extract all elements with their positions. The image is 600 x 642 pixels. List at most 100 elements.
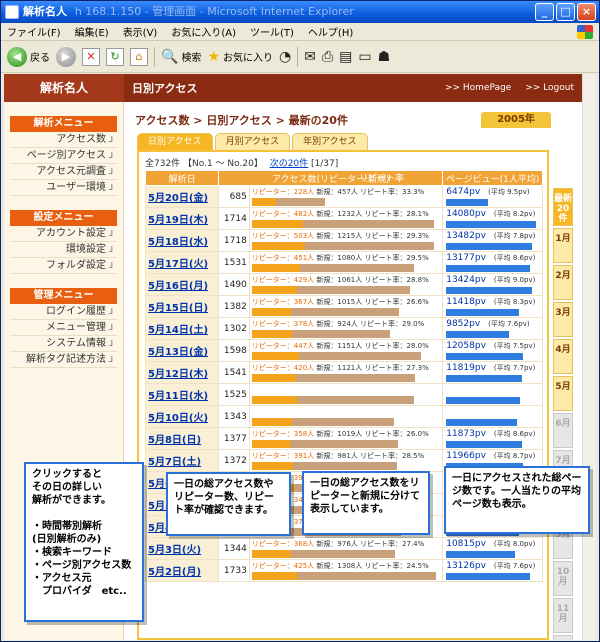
pageview-cell: 11418pv (平均 8.3pv) (442, 295, 543, 318)
refresh-icon[interactable]: ↻ (106, 47, 124, 66)
discuss-icon[interactable]: ▭ (358, 48, 371, 66)
next-page-link[interactable]: 次の20件 (270, 159, 308, 169)
pageview-count: 11966 (446, 451, 475, 461)
pageview-average: (平均 8.6pv) (493, 430, 536, 438)
vertical-scrollbar[interactable] (582, 74, 596, 640)
new-bar (302, 220, 434, 228)
edit-icon[interactable]: ▤ (339, 48, 352, 66)
new-count: 新規：981人 (316, 452, 358, 460)
forward-button[interactable]: ▶ (56, 46, 76, 67)
repeat-rate: リピート率：26.0% (364, 430, 429, 438)
minimize-button[interactable]: _ (535, 3, 554, 21)
close-button[interactable]: × (577, 3, 596, 21)
pageview-bar (446, 243, 533, 250)
date-link[interactable]: 5月2日(月) (144, 559, 220, 582)
callout-click-date: クリックすると その日の詳しい 解析ができます。 ・時間帯別解析 (日別解析のみ… (24, 462, 144, 622)
access-bar (251, 198, 436, 206)
month-tab[interactable]: 3月 (553, 302, 573, 337)
pageview-cell: 12058pv (平均 7.5pv) (442, 339, 543, 362)
month-tab[interactable]: 1月 (553, 228, 573, 263)
repeater-bar (251, 462, 294, 470)
sidebar-item-user-env[interactable]: ユーザー環境 (10, 180, 117, 196)
history-icon[interactable]: ◔ (279, 48, 291, 66)
month-tab[interactable]: 4月 (553, 339, 573, 374)
repeat-text: リピーター：367人 新規：1015人 リピート率：26.6% (252, 297, 429, 307)
pageview-cell: 11819pv (平均 7.7pv) (442, 361, 543, 384)
search-button[interactable]: 🔍 検索 (161, 48, 201, 66)
date-link[interactable]: 5月15日(日) (144, 295, 220, 318)
tab-daily[interactable]: 日別アクセス (137, 133, 213, 150)
repeat-rate: リピート率：28.8% (364, 276, 429, 284)
pageview-bar (446, 397, 521, 404)
repeater-count: リピーター：420人 (251, 364, 315, 372)
favorites-button[interactable]: ★ お気に入り (207, 48, 273, 66)
homepage-link[interactable]: >> HomePage (445, 83, 511, 93)
date-link[interactable]: 5月12日(木) (144, 361, 220, 384)
date-link[interactable]: 5月13日(金) (144, 339, 220, 362)
year-tab[interactable]: 2005年 (481, 112, 551, 128)
stop-icon[interactable]: ✕ (82, 47, 100, 66)
menu-edit[interactable]: 編集(E) (75, 24, 109, 39)
date-link[interactable]: 5月18日(水) (144, 229, 220, 252)
sidebar-item-folder[interactable]: フォルダ設定 (10, 258, 117, 274)
date-link[interactable]: 5月11日(水) (144, 383, 220, 406)
repeat-cell: リピーター：482人 新規：1232人 リピート率：28.1% (248, 207, 444, 230)
forward-arrow-icon: ▶ (56, 46, 76, 67)
menu-favorites[interactable]: お気に入り(A) (171, 24, 236, 39)
date-link[interactable]: 5月3日(火) (144, 537, 220, 560)
messenger-icon[interactable]: ☗ (378, 48, 391, 66)
month-tab[interactable]: 5月 (553, 376, 573, 411)
access-bar (251, 440, 436, 448)
header-date: 解析日 (144, 170, 220, 186)
date-link[interactable]: 5月16日(月) (144, 273, 220, 296)
mail-icon[interactable]: ✉ (304, 48, 316, 66)
sidebar-item-account[interactable]: アカウント設定 (10, 226, 117, 242)
date-link[interactable]: 5月10日(火) (144, 405, 220, 428)
repeater-count: リピーター：358人 (251, 430, 315, 438)
menu-view[interactable]: 表示(V) (123, 24, 158, 39)
tab-monthly[interactable]: 月別アクセス (214, 133, 291, 150)
sidebar-item-login-history[interactable]: ログイン履歴 (10, 304, 117, 320)
logout-link[interactable]: >> Logout (525, 83, 574, 93)
sidebar-item-menu-admin[interactable]: メニュー管理 (10, 320, 117, 336)
view-tabs: 日別アクセス 月別アクセス 年別アクセス (137, 133, 368, 150)
menu-file[interactable]: ファイル(F) (7, 24, 61, 39)
pageview-average: (平均 8.7pv) (493, 452, 536, 460)
windows-logo-icon (577, 24, 593, 39)
repeater-bar (251, 308, 291, 316)
home-icon[interactable]: ⌂ (130, 47, 148, 66)
pageview-count: 13424 (446, 275, 475, 285)
date-link[interactable]: 5月14日(土) (144, 317, 220, 340)
date-link[interactable]: 5月17日(火) (144, 251, 220, 274)
maximize-button[interactable]: □ (556, 3, 575, 21)
menu-tools[interactable]: ツール(T) (250, 24, 294, 39)
sidebar-item-page-access[interactable]: ページ別アクセス (10, 148, 117, 164)
repeat-text: リピーター：447人 新規：1151人 リピート率：28.0% (252, 341, 429, 351)
print-icon[interactable]: ⎙ (322, 48, 333, 66)
month-tab[interactable]: 2月 (553, 265, 573, 300)
sidebar-item-environment[interactable]: 環境設定 (10, 242, 117, 258)
repeater-bar (251, 286, 298, 294)
repeat-text: リピーター：368人 新規：976人 リピート率：27.4% (252, 539, 424, 549)
date-link[interactable]: 5月20日(金) (144, 185, 220, 208)
sidebar-item-access-count[interactable]: アクセス数 (10, 132, 117, 148)
tab-yearly[interactable]: 年別アクセス (292, 133, 368, 150)
date-link[interactable]: 5月19日(木) (144, 207, 220, 230)
site-logo[interactable]: 解析名人 (4, 74, 124, 102)
date-link[interactable]: 5月7日(土) (144, 449, 220, 472)
repeat-text: リピーター：429人 新規：1061人 リピート率：28.8% (252, 275, 429, 285)
table-row: 5月17日(火) 1531 リピーター：451人 新規：1080人 リピート率：29… (144, 251, 543, 274)
month-tab-latest[interactable]: 最新20件 (553, 188, 573, 226)
sidebar-item-system-info[interactable]: システム情報 (10, 336, 117, 352)
menu-help[interactable]: ヘルプ(H) (308, 24, 353, 39)
back-button[interactable]: ◀ 戻る (7, 46, 50, 67)
sidebar-item-tag-guide[interactable]: 解析タグ記述方法 (10, 352, 117, 368)
sidebar-item-referrer[interactable]: アクセス元調査 (10, 164, 117, 180)
pageview-cell: 10815pv (平均 8.0pv) (442, 537, 543, 560)
pageview-count: 6474 (446, 187, 470, 197)
search-icon: 🔍 (161, 48, 179, 65)
pageview-bar (446, 573, 531, 580)
title-bar: 解析名人 h 168.1.150 - 管理画面 - Microsoft Inte… (1, 1, 599, 23)
date-link[interactable]: 5月8日(日) (144, 427, 220, 450)
header-pageview: ページビュー(1人平均) (442, 170, 543, 186)
